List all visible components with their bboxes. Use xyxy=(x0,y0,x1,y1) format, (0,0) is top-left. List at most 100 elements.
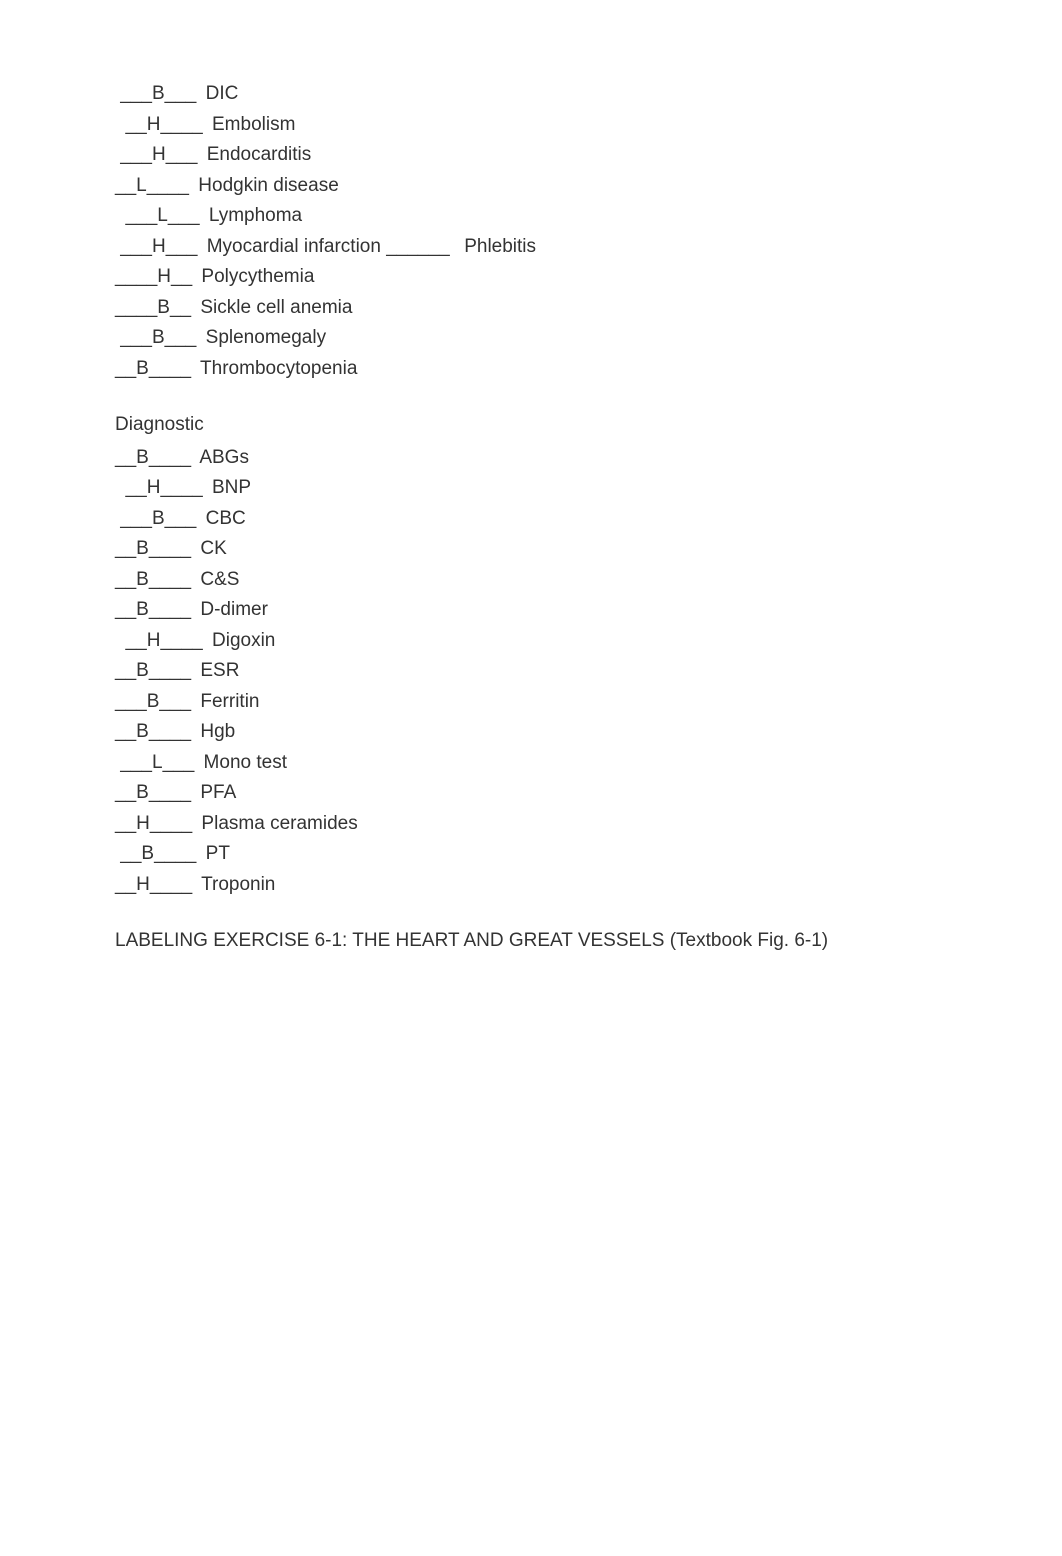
blank-prefix: __ xyxy=(115,444,136,473)
blank-suffix: ____ xyxy=(149,596,191,625)
term-label: ESR xyxy=(195,657,239,686)
blank-suffix: ____ xyxy=(147,172,189,201)
section2-row: __B____ C&S xyxy=(115,566,947,595)
answer-letter: B xyxy=(136,779,149,808)
answer-letter: H xyxy=(157,263,171,292)
blank-prefix: __ xyxy=(115,718,136,747)
section2-row: __B____ D-dimer xyxy=(115,596,947,625)
term-label: Polycythemia xyxy=(196,263,314,292)
section2-row: __B____ Hgb xyxy=(115,718,947,747)
answer-letter: B xyxy=(152,505,165,534)
term-label: PT xyxy=(200,840,230,869)
blank-prefix: __ xyxy=(115,596,136,625)
section-2: __B____ ABGs __H____ BNP ___B___ CBC__B_… xyxy=(115,444,947,900)
blank-prefix: ___ xyxy=(115,233,152,262)
section1-row: __B____ Thrombocytopenia xyxy=(115,355,947,384)
blank-suffix: ___ xyxy=(168,202,200,231)
answer-letter: H xyxy=(136,871,150,900)
answer-letter: B xyxy=(157,294,170,323)
term-label: CBC xyxy=(200,505,245,534)
document-page: ___B___ DIC __H____ Embolism ___H___ End… xyxy=(0,0,1062,1556)
section2-row: __B____ PFA xyxy=(115,779,947,808)
answer-letter: B xyxy=(147,688,160,717)
term-label: CK xyxy=(195,535,227,564)
blank-suffix: ____ xyxy=(149,566,191,595)
blank-suffix: ___ xyxy=(159,688,191,717)
term-label: Troponin xyxy=(196,871,275,900)
blank-prefix: __ xyxy=(115,627,147,656)
blank-suffix: ____ xyxy=(149,444,191,473)
term-label: BNP xyxy=(207,474,251,503)
term-label: ABGs xyxy=(195,444,249,473)
answer-letter: B xyxy=(136,444,149,473)
blank-suffix: ___ xyxy=(165,324,197,353)
section1-row: ___L___ Lymphoma xyxy=(115,202,947,231)
section1-row: ___B___ DIC xyxy=(115,80,947,109)
section1-row: __H____ Embolism xyxy=(115,111,947,140)
answer-letter: H xyxy=(147,474,161,503)
section1-row: ___H___ Endocarditis xyxy=(115,141,947,170)
blank-prefix: __ xyxy=(115,172,136,201)
section2-row: ___L___ Mono test xyxy=(115,749,947,778)
blank-prefix: __ xyxy=(115,535,136,564)
blank-suffix: ____ xyxy=(149,535,191,564)
answer-letter: B xyxy=(136,596,149,625)
blank-prefix: __ xyxy=(115,657,136,686)
blank-prefix: ___ xyxy=(115,80,152,109)
section1-row: ___H___ Myocardial infarction ______ Phl… xyxy=(115,233,947,262)
answer-letter: H xyxy=(147,111,161,140)
blank-suffix: ____ xyxy=(160,474,202,503)
blank-suffix: ____ xyxy=(149,355,191,384)
term-label: Mono test xyxy=(198,749,287,778)
answer-letter: H xyxy=(147,627,161,656)
blank-suffix: __ xyxy=(171,263,192,292)
answer-letter: B xyxy=(152,80,165,109)
term-label: Splenomegaly xyxy=(200,324,326,353)
section2-row: __H____ Troponin xyxy=(115,871,947,900)
answer-letter: H xyxy=(152,141,166,170)
blank-prefix: __ xyxy=(115,474,147,503)
answer-letter: B xyxy=(136,355,149,384)
section2-row: __B____ ABGs xyxy=(115,444,947,473)
section2-row: __H____ BNP xyxy=(115,474,947,503)
blank-prefix: __ xyxy=(115,871,136,900)
section2-row: __H____ Digoxin xyxy=(115,627,947,656)
blank-suffix: ____ xyxy=(150,810,192,839)
blank-prefix: ___ xyxy=(115,324,152,353)
answer-letter: B xyxy=(152,324,165,353)
answer-letter: H xyxy=(136,810,150,839)
section1-row: ____B__ Sickle cell anemia xyxy=(115,294,947,323)
blank-suffix: ____ xyxy=(149,779,191,808)
term-label: Myocardial infarction xyxy=(201,233,381,262)
term-label: Plasma ceramides xyxy=(196,810,358,839)
answer-letter: B xyxy=(136,718,149,747)
labeling-exercise-heading: LABELING EXERCISE 6-1: THE HEART AND GRE… xyxy=(115,927,947,956)
blank-suffix: ___ xyxy=(163,749,195,778)
section2-row: __H____ Plasma ceramides xyxy=(115,810,947,839)
blank-prefix: ____ xyxy=(115,263,157,292)
blank-prefix: __ xyxy=(115,779,136,808)
answer-letter: L xyxy=(136,172,147,201)
blank-prefix: ___ xyxy=(115,202,157,231)
blank-suffix: ___ xyxy=(166,233,198,262)
term-label: Hodgkin disease xyxy=(193,172,339,201)
section1-row: ____H__ Polycythemia xyxy=(115,263,947,292)
blank-suffix: ____ xyxy=(154,840,196,869)
blank-suffix: ____ xyxy=(160,627,202,656)
blank-prefix: ___ xyxy=(115,141,152,170)
term-label: C&S xyxy=(195,566,239,595)
section-2-title: Diagnostic xyxy=(115,411,947,440)
blank-prefix: ____ xyxy=(115,294,157,323)
term-label: Lymphoma xyxy=(204,202,303,231)
blank-suffix: ___ xyxy=(165,505,197,534)
section2-row: __B____ ESR xyxy=(115,657,947,686)
answer-letter: B xyxy=(136,657,149,686)
answer-letter: L xyxy=(152,749,163,778)
blank-suffix: __ xyxy=(170,294,191,323)
term-label: Embolism xyxy=(207,111,296,140)
section2-row: ___B___ CBC xyxy=(115,505,947,534)
blank-suffix: ___ xyxy=(166,141,198,170)
term-label: D-dimer xyxy=(195,596,268,625)
answer-letter: B xyxy=(136,535,149,564)
blank-suffix: ____ xyxy=(150,871,192,900)
